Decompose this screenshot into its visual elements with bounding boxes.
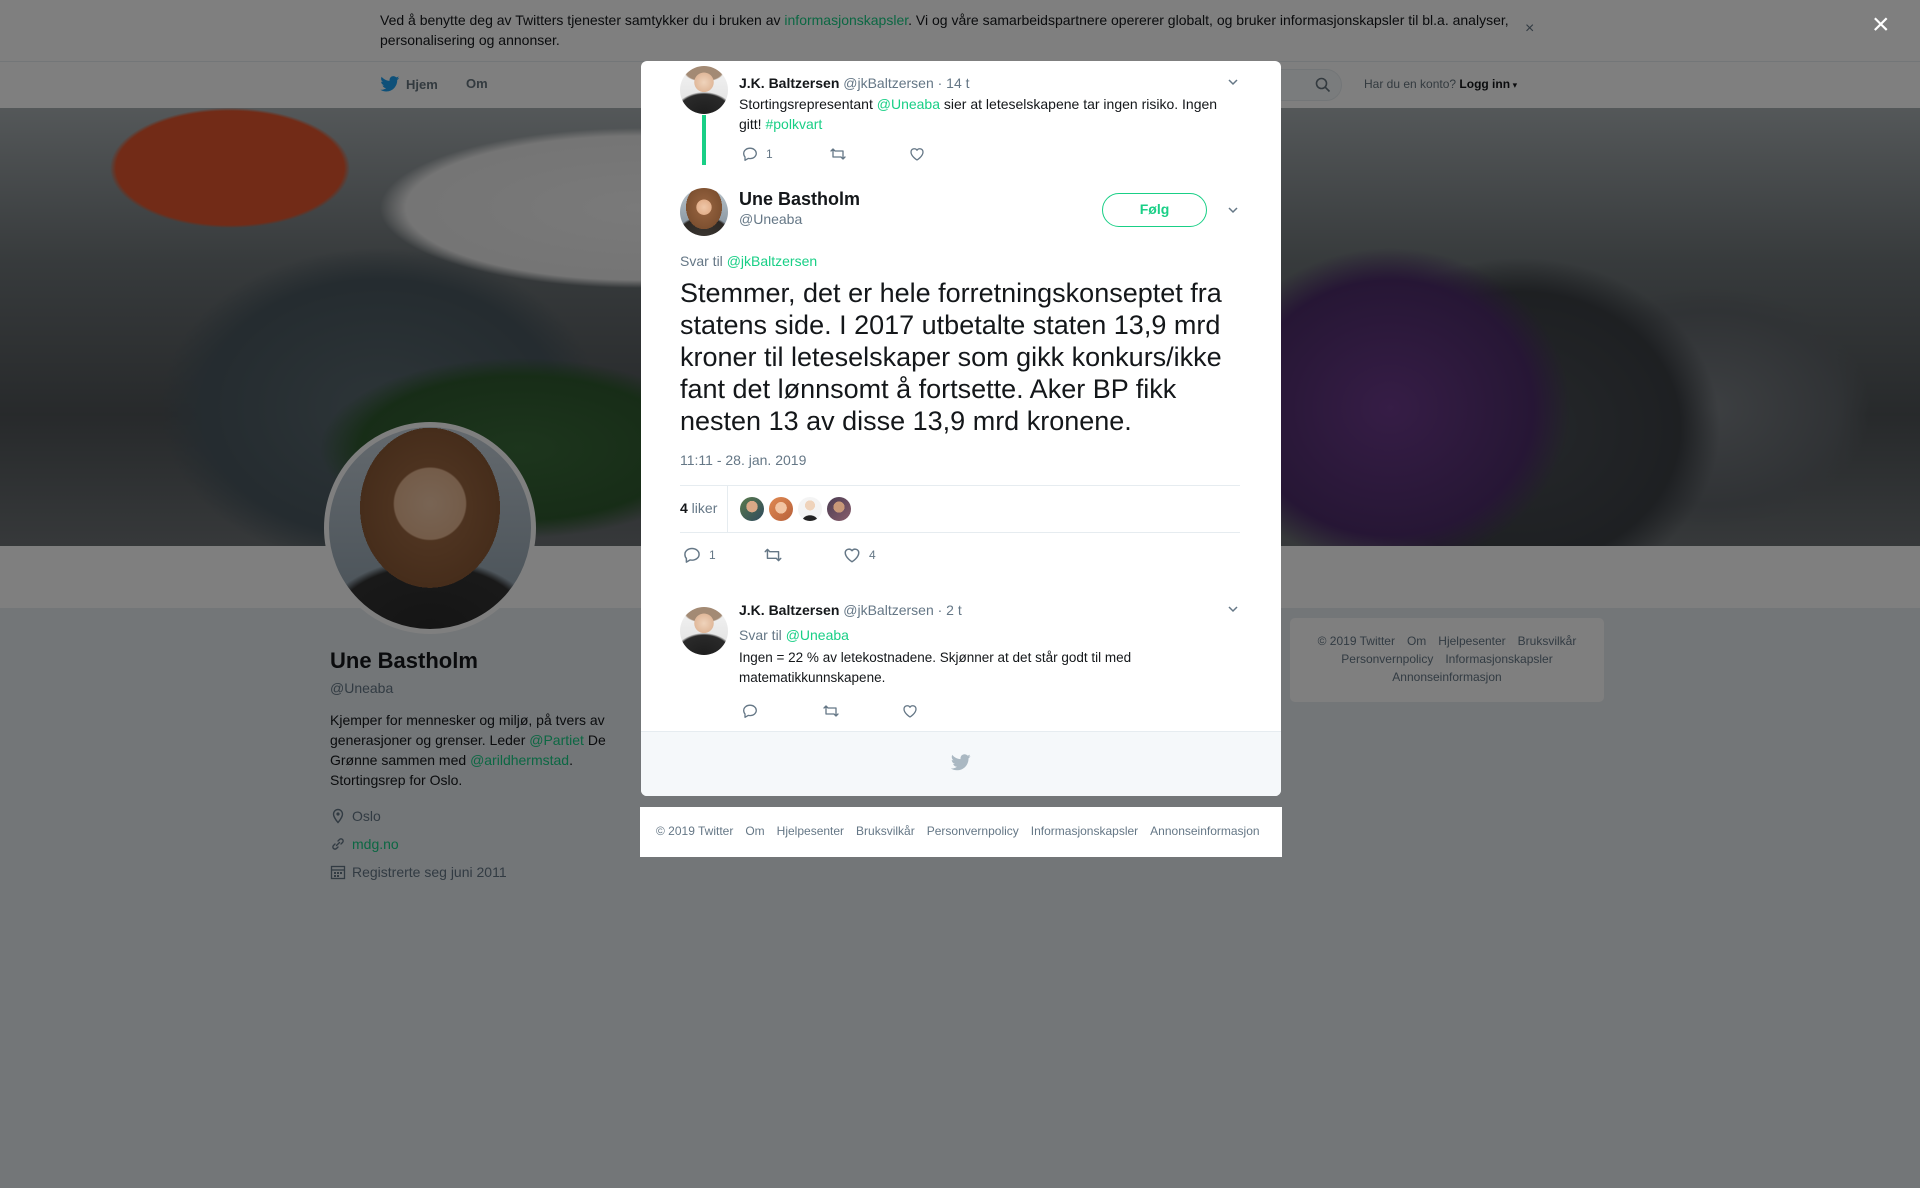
reply-button[interactable] — [742, 703, 822, 719]
like-button[interactable] — [909, 146, 925, 162]
main-tweet-text: Stemmer, det er hele forretningskonsepte… — [680, 278, 1222, 436]
reply-tweet-handle[interactable]: @jkBaltzersen — [843, 602, 933, 618]
reply-prefix: Svar til — [680, 253, 727, 269]
chevron-down-icon[interactable] — [1226, 203, 1240, 217]
parent-tweet-handle[interactable]: @jkBaltzersen — [843, 75, 933, 91]
parent-text-part1: Stortingsrepresentant — [739, 96, 877, 112]
main-tweet-name[interactable]: Une Bastholm — [739, 189, 860, 210]
liker-avatar[interactable] — [740, 497, 764, 521]
likes-count-label: liker — [687, 500, 718, 516]
heart-icon — [910, 148, 924, 161]
liker-avatar[interactable] — [827, 497, 851, 521]
liker-avatar[interactable] — [798, 497, 822, 521]
reply-count: 1 — [709, 548, 716, 562]
likes-count-number: 4 — [680, 500, 688, 516]
retweet-button[interactable] — [829, 146, 909, 162]
reply-icon — [743, 147, 757, 161]
twitter-bird-icon[interactable] — [951, 754, 971, 771]
likes-count[interactable]: 4 liker — [680, 500, 717, 516]
retweet-button[interactable] — [822, 703, 902, 719]
close-icon[interactable]: × — [1872, 10, 1890, 40]
reply-tweet-replyto: Svar til @Uneaba — [739, 625, 1239, 645]
footer-terms[interactable]: Bruksvilkår — [856, 824, 915, 838]
parent-tweet-text: Stortingsrepresentant @Uneaba sier at le… — [739, 94, 1239, 134]
reply-count: 1 — [766, 147, 773, 161]
heart-icon — [903, 705, 917, 718]
follow-button[interactable]: Følg — [1102, 193, 1207, 227]
reply-button[interactable]: 1 — [742, 146, 829, 162]
parent-tweet-actions: 1 — [742, 146, 925, 162]
retweet-icon — [823, 705, 839, 717]
likes-divider — [727, 486, 728, 532]
footer-copyright: © 2019 Twitter — [656, 824, 734, 838]
like-button[interactable] — [902, 703, 918, 719]
reply-prefix: Svar til — [739, 627, 786, 643]
chevron-down-icon[interactable] — [1226, 602, 1240, 616]
reply-to-handle[interactable]: @Uneaba — [786, 627, 849, 643]
like-count: 4 — [869, 548, 876, 562]
footer-cookies[interactable]: Informasjonskapsler — [1031, 824, 1138, 838]
parent-tweet-header: J.K. Baltzersen @jkBaltzersen · 14 t — [739, 75, 970, 91]
avatar[interactable] — [680, 188, 728, 236]
footer-about[interactable]: Om — [745, 824, 764, 838]
heart-icon — [844, 548, 860, 563]
reply-button[interactable]: 1 — [683, 546, 763, 564]
main-reply-to: Svar til @jkBaltzersen — [680, 253, 817, 269]
bottom-footer: © 2019 Twitter Om Hjelpesenter Bruksvilkår P… — [640, 807, 1282, 857]
reply-tweet-name[interactable]: J.K. Baltzersen — [739, 602, 839, 618]
parent-mention[interactable]: @Uneaba — [877, 96, 940, 112]
reply-icon — [743, 704, 757, 718]
footer-ads[interactable]: Annonseinformasjon — [1150, 824, 1259, 838]
like-button[interactable]: 4 — [843, 546, 876, 564]
main-tweet-actions: 1 4 — [683, 546, 876, 564]
reply-tweet-actions — [742, 703, 918, 719]
reply-to-handle[interactable]: @jkBaltzersen — [727, 253, 817, 269]
footer-privacy[interactable]: Personvernpolicy — [927, 824, 1019, 838]
main-tweet-handle[interactable]: @Uneaba — [739, 211, 802, 227]
retweet-icon — [764, 548, 782, 562]
footer-help[interactable]: Hjelpesenter — [777, 824, 844, 838]
reply-icon — [684, 547, 700, 563]
thread-connector — [702, 115, 706, 165]
reply-tweet-header: J.K. Baltzersen @jkBaltzersen · 2 t — [739, 602, 962, 618]
main-tweet-timestamp[interactable]: 11:11 - 28. jan. 2019 — [680, 452, 806, 468]
modal-footer — [641, 731, 1281, 796]
retweet-icon — [830, 148, 846, 160]
retweet-button[interactable] — [763, 546, 843, 564]
parent-tweet-time[interactable]: · 14 t — [938, 75, 970, 91]
avatar[interactable] — [680, 607, 728, 655]
parent-tweet-name[interactable]: J.K. Baltzersen — [739, 75, 839, 91]
avatar[interactable] — [680, 66, 728, 114]
chevron-down-icon[interactable] — [1226, 75, 1240, 89]
parent-hashtag[interactable]: #polkvart — [765, 116, 822, 132]
liker-avatar[interactable] — [769, 497, 793, 521]
likes-row: 4 liker — [680, 485, 1240, 533]
reply-tweet-text: Ingen = 22 % av letekostnadene. Skjønner… — [739, 650, 1132, 685]
tweet-modal: J.K. Baltzersen @jkBaltzersen · 14 t Sto… — [641, 61, 1281, 796]
reply-tweet-time[interactable]: · 2 t — [938, 602, 962, 618]
